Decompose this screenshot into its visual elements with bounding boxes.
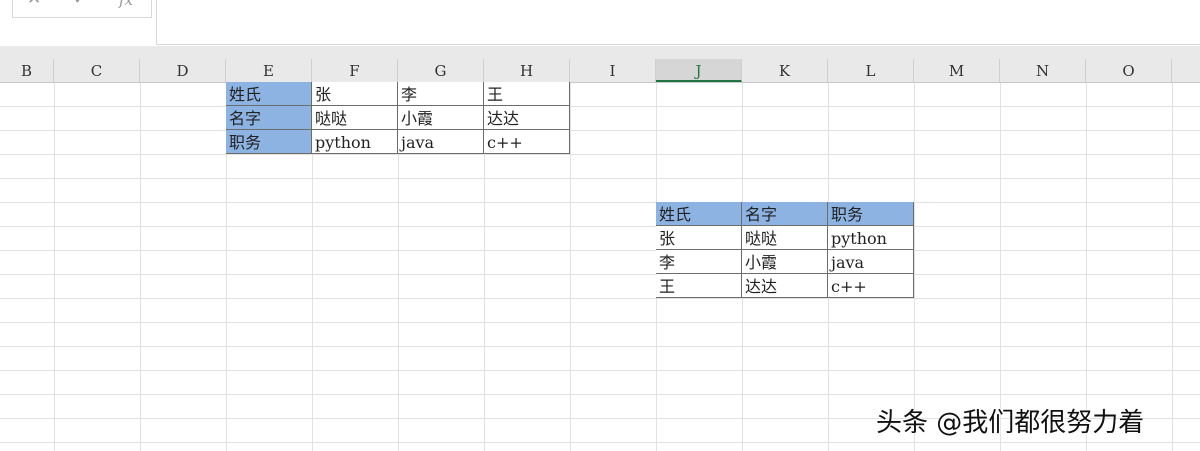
column-header-h[interactable]: H [484, 59, 570, 82]
table1-header-title[interactable]: 职务 [226, 130, 312, 154]
column-header-k[interactable]: K [742, 59, 828, 82]
table1-cell[interactable]: python [312, 130, 398, 154]
table2-cell[interactable]: java [828, 250, 914, 274]
table2-cell[interactable]: 李 [656, 250, 742, 274]
table1-cell[interactable]: java [398, 130, 484, 154]
table2-cell[interactable]: 张 [656, 226, 742, 250]
column-header-b[interactable]: B [0, 59, 54, 82]
column-header-d[interactable]: D [140, 59, 226, 82]
table2-cell[interactable]: 哒哒 [742, 226, 828, 250]
column-header-j[interactable]: J [656, 59, 742, 82]
cancel-icon[interactable]: ✕ [27, 0, 41, 9]
confirm-icon[interactable]: ✓ [73, 0, 87, 9]
column-header-c[interactable]: C [54, 59, 140, 82]
table1-cell[interactable]: c++ [484, 130, 570, 154]
column-header-m[interactable]: M [914, 59, 1000, 82]
table1-cell[interactable]: 达达 [484, 106, 570, 130]
table2-cell[interactable]: c++ [828, 274, 914, 298]
table2-cell[interactable]: 小霞 [742, 250, 828, 274]
table2-header-title[interactable]: 职务 [828, 202, 914, 226]
column-header-i[interactable]: I [570, 59, 656, 82]
table1-header-name[interactable]: 名字 [226, 106, 312, 130]
table2-header-surname[interactable]: 姓氏 [656, 202, 742, 226]
column-header-row: B C D E F G H I J K L M N O [0, 59, 1200, 83]
column-header-n[interactable]: N [1000, 59, 1086, 82]
fx-icon[interactable]: fx [119, 0, 133, 9]
formula-buttons: ✕ ✓ fx [12, 0, 152, 18]
table2-cell[interactable]: 达达 [742, 274, 828, 298]
column-header-g[interactable]: G [398, 59, 484, 82]
table1-header-surname[interactable]: 姓氏 [226, 82, 312, 106]
column-header-l[interactable]: L [828, 59, 914, 82]
table1-cell[interactable]: 张 [312, 82, 398, 106]
formula-bar: ✕ ✓ fx [0, 0, 1200, 46]
column-header-f[interactable]: F [312, 59, 398, 82]
table2-cell[interactable]: python [828, 226, 914, 250]
toolbar-gap [0, 46, 1200, 59]
table1-cell[interactable]: 王 [484, 82, 570, 106]
table2-header-name[interactable]: 名字 [742, 202, 828, 226]
column-header-o[interactable]: O [1086, 59, 1172, 82]
table2-cell[interactable]: 王 [656, 274, 742, 298]
watermark-text: 头条 @我们都很努力着 [876, 408, 1145, 438]
column-header-e[interactable]: E [226, 59, 312, 82]
table1-cell[interactable]: 哒哒 [312, 106, 398, 130]
formula-input[interactable] [156, 0, 1200, 45]
table1-cell[interactable]: 小霞 [398, 106, 484, 130]
table1-cell[interactable]: 李 [398, 82, 484, 106]
